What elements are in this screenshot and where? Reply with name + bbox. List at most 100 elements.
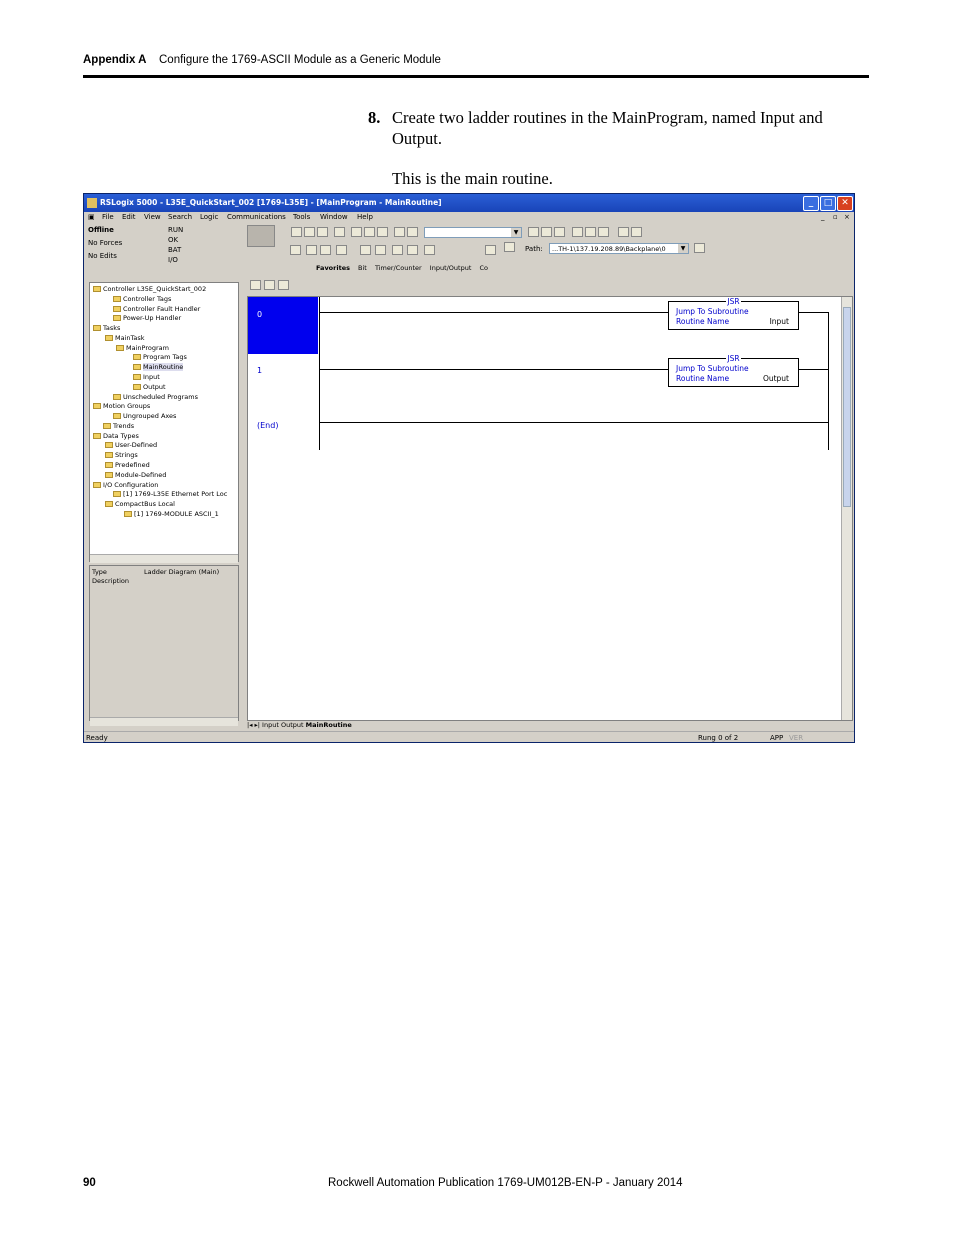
ladder-vscrollbar[interactable] bbox=[841, 297, 852, 720]
scroll-left-icon[interactable] bbox=[290, 245, 301, 255]
tree-node[interactable]: Power-Up Handler bbox=[113, 314, 181, 322]
tree-node[interactable]: Output bbox=[133, 383, 166, 391]
ote-icon[interactable] bbox=[392, 245, 403, 255]
rung-number-0[interactable]: 0 bbox=[257, 310, 262, 319]
xic-icon[interactable] bbox=[360, 245, 371, 255]
maximize-button[interactable]: □ bbox=[820, 196, 836, 211]
props-scrollbar[interactable] bbox=[90, 717, 238, 726]
menu-view[interactable]: View bbox=[144, 213, 161, 221]
tree-node[interactable]: Controller L35E_QuickStart_002 bbox=[93, 285, 206, 293]
search-combo[interactable]: ▼ bbox=[424, 227, 522, 238]
close-button[interactable]: ✕ bbox=[837, 196, 853, 211]
tab-compare[interactable]: Co bbox=[479, 264, 488, 272]
scroll-right-icon[interactable] bbox=[485, 245, 496, 255]
ladder-editor[interactable]: 0 1 (End) JSR Jump To Subroutine Routine… bbox=[247, 296, 853, 721]
find-prev-icon[interactable] bbox=[554, 227, 565, 237]
save-icon[interactable] bbox=[317, 227, 328, 237]
otl-icon[interactable] bbox=[407, 245, 418, 255]
tree-node[interactable]: Trends bbox=[103, 422, 134, 430]
tree-node[interactable]: Strings bbox=[105, 451, 138, 459]
mdi-minimize-icon[interactable]: _ bbox=[821, 213, 825, 221]
jsr-routine-value[interactable]: Output bbox=[763, 374, 789, 383]
verify-icon[interactable] bbox=[572, 227, 583, 237]
rung-number-1[interactable]: 1 bbox=[257, 366, 262, 375]
tab-bit[interactable]: Bit bbox=[358, 264, 367, 272]
tree-node[interactable]: CompactBus Local bbox=[105, 500, 175, 508]
copy-icon[interactable] bbox=[364, 227, 375, 237]
xio-icon[interactable] bbox=[375, 245, 386, 255]
path-dropdown-icon[interactable]: ▼ bbox=[678, 244, 688, 253]
edits-label[interactable]: No Edits bbox=[88, 252, 117, 260]
tree-node[interactable]: Motion Groups bbox=[93, 402, 150, 410]
tree-node[interactable]: Tasks bbox=[93, 324, 120, 332]
menu-window[interactable]: Window bbox=[320, 213, 348, 221]
open-icon[interactable] bbox=[304, 227, 315, 237]
tab-timer-counter[interactable]: Timer/Counter bbox=[375, 264, 422, 272]
tree-tool-icon-3[interactable] bbox=[278, 280, 289, 290]
path-combo[interactable]: ...TH-1\137.19.208.89\Backplane\0 ▼ bbox=[549, 243, 689, 254]
status-ready: Ready bbox=[86, 734, 108, 742]
redo-icon[interactable] bbox=[407, 227, 418, 237]
jsr-routine-value[interactable]: Input bbox=[770, 317, 789, 326]
chevron-down-icon[interactable]: ▼ bbox=[511, 228, 521, 237]
minimize-button[interactable]: _ bbox=[803, 196, 819, 211]
tree-tool-icon-1[interactable] bbox=[250, 280, 261, 290]
verify-controller-icon[interactable] bbox=[585, 227, 596, 237]
forces-label[interactable]: No Forces bbox=[88, 239, 122, 247]
jsr-instruction-output[interactable]: JSR Jump To Subroutine Routine Name Outp… bbox=[668, 354, 799, 387]
undo-icon[interactable] bbox=[394, 227, 405, 237]
menu-logic[interactable]: Logic bbox=[200, 213, 218, 221]
path-browse-icon[interactable] bbox=[694, 243, 705, 253]
print-icon[interactable] bbox=[334, 227, 345, 237]
zoom-in-icon[interactable] bbox=[618, 227, 629, 237]
tree-node[interactable]: Ungrouped Axes bbox=[113, 412, 176, 420]
tab-output[interactable]: Output bbox=[281, 721, 304, 729]
tree-node[interactable]: Program Tags bbox=[133, 353, 187, 361]
tree-node-selected[interactable]: MainRoutine bbox=[133, 363, 184, 371]
mdi-restore-icon[interactable]: ▫ bbox=[833, 213, 838, 221]
menu-tools[interactable]: Tools bbox=[293, 213, 310, 221]
tab-nav-icons[interactable]: |◂ ▸| bbox=[247, 721, 262, 729]
rung-icon[interactable] bbox=[306, 245, 317, 255]
menu-search[interactable]: Search bbox=[168, 213, 192, 221]
tree-node[interactable]: Predefined bbox=[105, 461, 150, 469]
tree-scrollbar[interactable] bbox=[90, 554, 238, 563]
jsr-instruction-input[interactable]: JSR Jump To Subroutine Routine Name Inpu… bbox=[668, 297, 799, 330]
cut-icon[interactable] bbox=[351, 227, 362, 237]
tab-mainroutine[interactable]: MainRoutine bbox=[306, 721, 352, 729]
tree-node[interactable]: Controller Fault Handler bbox=[113, 305, 200, 313]
mode-label[interactable]: Offline bbox=[88, 226, 114, 234]
new-icon[interactable] bbox=[291, 227, 302, 237]
menu-file[interactable]: File bbox=[102, 213, 114, 221]
find-icon[interactable] bbox=[528, 227, 539, 237]
tab-input-output[interactable]: Input/Output bbox=[430, 264, 472, 272]
app-icon bbox=[87, 198, 97, 208]
branch-level-icon[interactable] bbox=[336, 245, 347, 255]
otu-icon[interactable] bbox=[424, 245, 435, 255]
network-icon[interactable] bbox=[504, 242, 515, 252]
scroll-thumb[interactable] bbox=[843, 307, 851, 507]
tree-node[interactable]: [1] 1769-MODULE ASCII_1 bbox=[124, 510, 219, 518]
tree-node[interactable]: Input bbox=[133, 373, 160, 381]
mdi-close-icon[interactable]: × bbox=[844, 213, 850, 221]
menu-help[interactable]: Help bbox=[357, 213, 373, 221]
tree-node[interactable]: MainTask bbox=[105, 334, 145, 342]
tree-node[interactable]: Data Types bbox=[93, 432, 139, 440]
tree-node[interactable]: [1] 1769-L35E Ethernet Port Loc bbox=[113, 490, 227, 498]
menu-communications[interactable]: Communications bbox=[227, 213, 286, 221]
tab-input[interactable]: Input bbox=[262, 721, 279, 729]
zoom-out-icon[interactable] bbox=[631, 227, 642, 237]
tree-node[interactable]: Unscheduled Programs bbox=[113, 393, 198, 401]
paste-icon[interactable] bbox=[377, 227, 388, 237]
menu-edit[interactable]: Edit bbox=[122, 213, 136, 221]
tree-tool-icon-2[interactable] bbox=[264, 280, 275, 290]
tree-node[interactable]: MainProgram bbox=[116, 344, 169, 352]
find-next-icon[interactable] bbox=[541, 227, 552, 237]
tab-favorites[interactable]: Favorites bbox=[316, 264, 350, 272]
tree-node[interactable]: Module-Defined bbox=[105, 471, 166, 479]
branch-icon[interactable] bbox=[320, 245, 331, 255]
cross-ref-icon[interactable] bbox=[598, 227, 609, 237]
tree-node[interactable]: Controller Tags bbox=[113, 295, 171, 303]
tree-node[interactable]: I/O Configuration bbox=[93, 481, 158, 489]
tree-node[interactable]: User-Defined bbox=[105, 441, 157, 449]
